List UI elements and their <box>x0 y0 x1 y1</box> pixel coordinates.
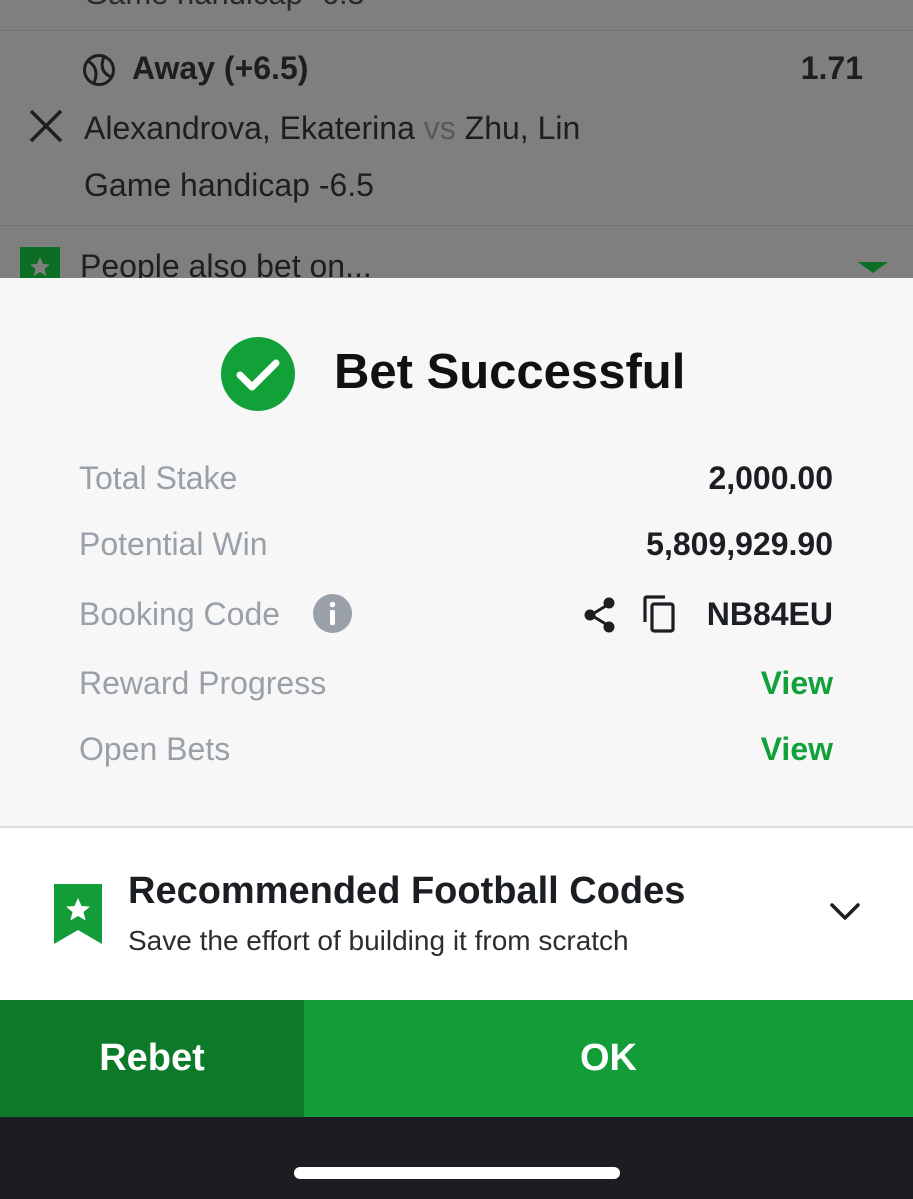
tennis-ball-icon <box>83 54 115 86</box>
info-icon[interactable] <box>313 594 352 633</box>
divider <box>0 225 913 226</box>
potential-win-label: Potential Win <box>79 526 268 562</box>
total-stake-label: Total Stake <box>79 460 238 496</box>
home-indicator[interactable] <box>294 1167 620 1179</box>
reward-progress-label: Reward Progress <box>79 665 327 701</box>
rebet-button[interactable]: Rebet <box>0 1000 304 1117</box>
divider <box>0 30 913 31</box>
star-badge-icon <box>20 247 60 278</box>
home-player: Alexandrova, Ekaterina <box>84 110 415 146</box>
dropdown-arrow-icon[interactable] <box>858 262 888 273</box>
recommended-codes-section[interactable]: Recommended Football Codes Save the effo… <box>0 828 913 1000</box>
success-title: Bet Successful <box>334 345 686 399</box>
selection-name: Away (+6.5) <box>132 50 309 86</box>
home-indicator-area <box>0 1117 913 1199</box>
open-bets-view-link[interactable]: View <box>761 731 833 768</box>
booking-code-label: Booking Code <box>79 596 281 632</box>
copy-icon[interactable] <box>641 594 677 634</box>
total-stake-value: 2,000.00 <box>708 460 833 496</box>
away-player: Zhu, Lin <box>464 110 581 146</box>
bookmark-star-icon <box>54 884 102 944</box>
check-circle-icon <box>221 337 295 411</box>
match-name: Alexandrova, Ekaterina vs Zhu, Lin <box>84 110 580 147</box>
ok-button[interactable]: OK <box>304 1000 913 1117</box>
selection-odds: 1.71 <box>800 50 863 86</box>
potential-win-value: 5,809,929.90 <box>646 526 833 562</box>
reward-progress-view-link[interactable]: View <box>761 665 833 702</box>
open-bets-label: Open Bets <box>79 731 231 767</box>
recommended-subtitle: Save the effort of building it from scra… <box>128 925 629 956</box>
bet-slip-backdrop: Game handicap -6.5 Away (+6.5) 1.71 Alex… <box>0 0 913 278</box>
vs-label: vs <box>423 110 456 146</box>
booking-code-value[interactable]: NB84EU <box>707 596 833 633</box>
chevron-down-icon[interactable] <box>828 900 862 924</box>
previous-market-label: Game handicap -6.5 <box>84 0 365 12</box>
share-icon[interactable] <box>582 596 618 634</box>
close-icon[interactable] <box>28 108 64 144</box>
recommended-title: Recommended Football Codes <box>128 870 686 912</box>
market-name: Game handicap -6.5 <box>84 167 374 203</box>
bet-success-sheet: Bet Successful Total Stake 2,000.00 Pote… <box>0 278 913 1000</box>
people-also-bet-label[interactable]: People also bet on... <box>80 248 372 278</box>
